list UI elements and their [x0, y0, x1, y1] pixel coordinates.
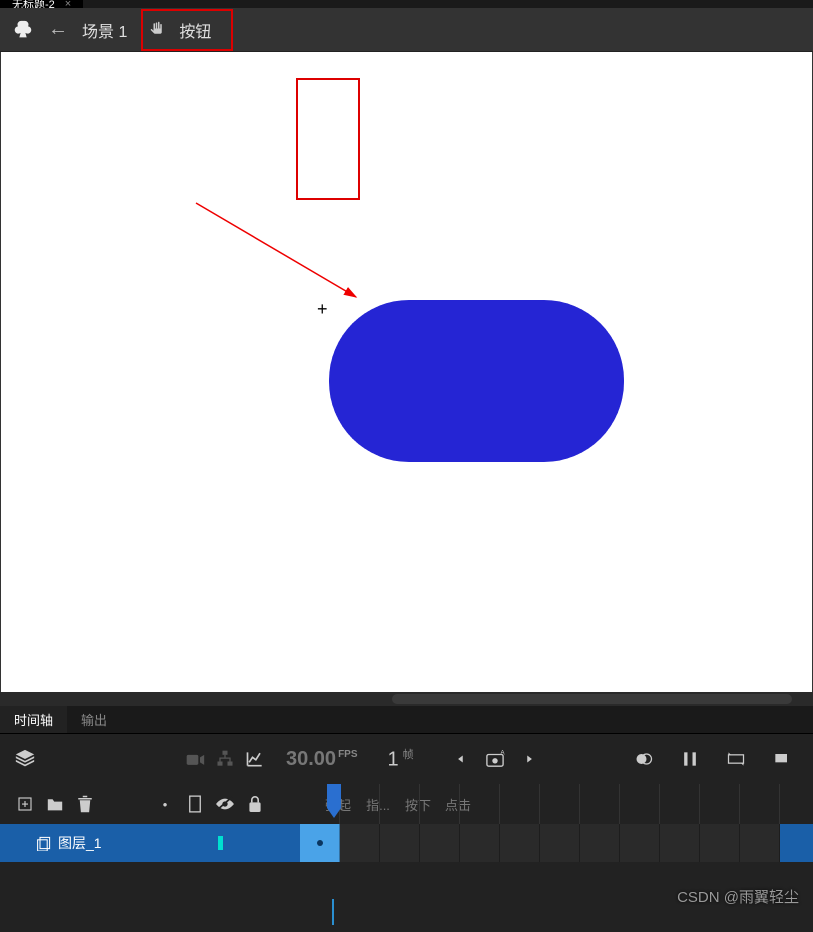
frame-cell[interactable] — [700, 824, 740, 862]
layer-row[interactable]: 图层_1 — [0, 824, 813, 862]
page-icon — [34, 835, 54, 851]
keyframe-camera-icon[interactable]: A — [478, 750, 512, 768]
frame-cell[interactable] — [500, 824, 540, 862]
tab-timeline[interactable]: 时间轴 — [0, 706, 67, 733]
layer-name[interactable]: 图层_1 — [58, 833, 102, 853]
tab-output[interactable]: 输出 — [67, 706, 121, 733]
prev-icon[interactable] — [444, 752, 478, 766]
dot-icon[interactable]: • — [150, 797, 180, 812]
playhead[interactable] — [324, 784, 344, 822]
hand-icon — [149, 21, 167, 39]
annotation-arrow — [186, 197, 386, 337]
folder-icon[interactable] — [40, 796, 70, 812]
club-icon[interactable] — [12, 19, 34, 41]
frame-ruler[interactable] — [300, 784, 780, 824]
frame-header-cell[interactable] — [540, 784, 580, 824]
watermark: CSDN @雨翼轻尘 — [677, 886, 799, 907]
frame-cell[interactable] — [380, 824, 420, 862]
frame-header-cell[interactable] — [340, 784, 380, 824]
frame-value: 1 — [388, 749, 399, 771]
frame-cell[interactable] — [580, 824, 620, 862]
frame-number[interactable]: 1帧 — [388, 746, 414, 772]
document-tabs: 无标题-2 × — [0, 0, 813, 8]
frame-cell[interactable] — [420, 824, 460, 862]
frame-cell[interactable] — [620, 824, 660, 862]
panel-tabs: 时间轴 输出 — [0, 706, 813, 734]
svg-text:A: A — [500, 750, 505, 757]
new-layer-icon[interactable] — [10, 795, 40, 813]
back-arrow-icon[interactable]: ← — [48, 18, 68, 41]
frame-header-cell[interactable] — [740, 784, 780, 824]
frame-cell[interactable] — [460, 824, 500, 862]
onion-skin-icon[interactable] — [627, 749, 661, 769]
playhead-line — [332, 899, 334, 925]
canvas[interactable]: + — [0, 52, 813, 692]
fps-value: 30.00 — [286, 748, 336, 770]
fps-label: FPS — [338, 749, 357, 760]
frame-cell[interactable] — [740, 824, 780, 862]
breadcrumb-button[interactable]: 按钮 — [179, 18, 211, 42]
layer-header-row: • 弹起 指... 按下 点击 — [0, 784, 813, 824]
canvas-shape-rounded-rect[interactable] — [329, 300, 624, 462]
fps-display[interactable]: 30.00FPS — [286, 748, 358, 771]
timeline-controls: 30.00FPS 1帧 A — [0, 734, 813, 784]
frame-header-cell[interactable] — [700, 784, 740, 824]
frame-cell[interactable] — [540, 824, 580, 862]
camera-icon[interactable] — [180, 751, 210, 767]
close-icon[interactable]: × — [65, 0, 71, 8]
span-icon[interactable] — [673, 749, 707, 769]
breadcrumb-scene[interactable]: 场景 1 — [82, 18, 127, 42]
marker-icon[interactable] — [765, 749, 799, 769]
visibility-icon[interactable] — [210, 796, 240, 812]
breadcrumb-button-highlight: 按钮 — [141, 9, 233, 51]
frame-icon[interactable] — [180, 794, 210, 814]
frame-header-cell[interactable] — [460, 784, 500, 824]
lock-icon[interactable] — [240, 794, 270, 814]
layers-icon[interactable] — [10, 748, 40, 770]
breadcrumb-bar: ← 场景 1 按钮 — [0, 8, 813, 52]
frame-header-cell[interactable] — [620, 784, 660, 824]
canvas-hscrollbar[interactable] — [0, 692, 813, 706]
graph-icon[interactable] — [240, 749, 270, 769]
registration-point: + — [317, 299, 328, 320]
scrollbar-thumb[interactable] — [392, 694, 792, 704]
hierarchy-icon[interactable] — [210, 749, 240, 769]
loop-icon[interactable] — [719, 749, 753, 769]
document-tab-title: 无标题-2 — [12, 0, 55, 8]
frame-cell[interactable] — [340, 824, 380, 862]
frame-header-cell[interactable] — [660, 784, 700, 824]
trash-icon[interactable] — [70, 794, 100, 814]
frame-header-cell[interactable] — [380, 784, 420, 824]
keyframe-cell[interactable] — [300, 824, 340, 862]
frame-header-cell[interactable] — [500, 784, 540, 824]
document-tab[interactable]: 无标题-2 × — [0, 0, 83, 8]
frame-header-cell[interactable] — [580, 784, 620, 824]
frame-cell[interactable] — [660, 824, 700, 862]
layer-highlight-indicator — [218, 836, 223, 850]
next-icon[interactable] — [512, 752, 546, 766]
frame-header-cell[interactable] — [420, 784, 460, 824]
layer-frames[interactable] — [300, 824, 780, 862]
frame-label: 帧 — [403, 749, 414, 761]
